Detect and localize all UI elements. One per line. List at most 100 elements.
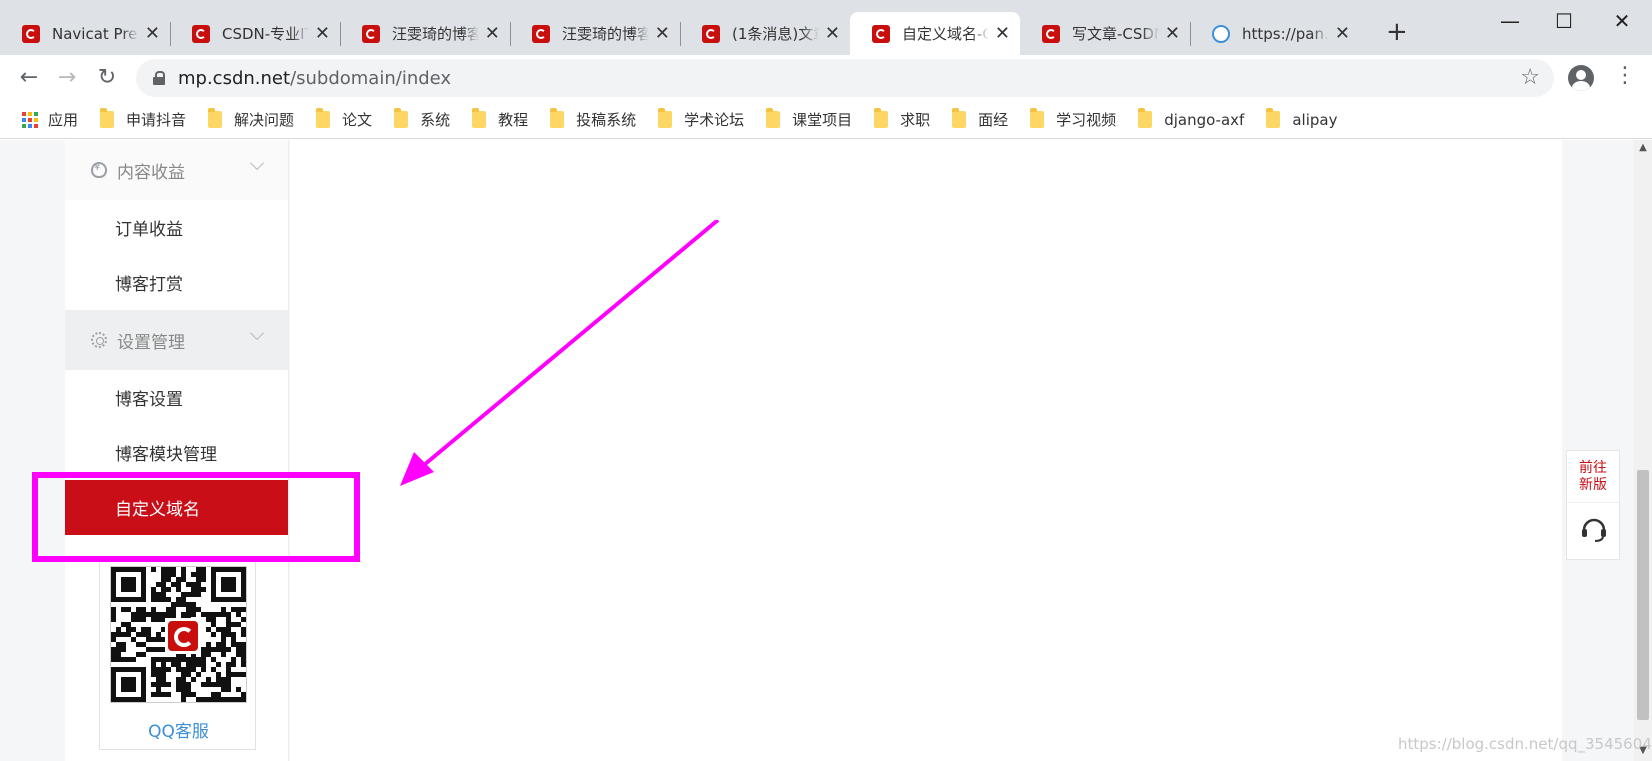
qq-support-link[interactable]: QQ客服 [100, 717, 257, 742]
new-version-button[interactable]: 前往新版 [1567, 451, 1619, 503]
bookmark-folder[interactable]: 面经 [952, 108, 1008, 130]
folder-icon [394, 108, 409, 128]
gear-icon [91, 332, 107, 348]
tab-navicat[interactable]: Navicat Premium ✕ [0, 12, 170, 55]
bookmark-folder[interactable]: 求职 [874, 108, 930, 130]
tab-title: 汪雯琦的博客 [392, 25, 479, 43]
bookmark-folder[interactable]: 解决问题 [208, 108, 294, 130]
folder-icon [952, 108, 967, 128]
close-icon[interactable]: ✕ [1335, 24, 1350, 42]
csdn-icon [192, 24, 210, 43]
page-scrollbar[interactable]: ▲ ▼ [1634, 140, 1652, 761]
folder-icon [874, 108, 889, 128]
bookmark-folder[interactable]: 投稿系统 [550, 108, 636, 130]
close-icon[interactable]: ✕ [1165, 24, 1180, 42]
menu-dots-icon[interactable]: ⋮ [1614, 63, 1636, 88]
csdn-icon [532, 24, 550, 43]
bookmark-folder[interactable]: 论文 [316, 108, 372, 130]
reload-button[interactable]: ↻ [92, 63, 122, 93]
url-text: mp.csdn.net/subdomain/index [178, 67, 452, 89]
sidebar-group-content-income[interactable]: 内容收益 [65, 140, 288, 200]
tab-baidu-pan[interactable]: https://pan.baidu.com ✕ [1190, 12, 1360, 55]
folder-icon [766, 108, 781, 128]
tab-title: Navicat Premium [52, 24, 139, 43]
bookmark-folder[interactable]: 教程 [472, 108, 528, 130]
baidu-pan-icon [1212, 24, 1230, 43]
csdn-icon [872, 24, 890, 43]
close-icon[interactable]: ✕ [825, 24, 840, 42]
support-button[interactable] [1567, 503, 1619, 559]
folder-icon [100, 108, 115, 128]
tab-custom-domain[interactable]: 自定义域名-CSDN ✕ [850, 12, 1020, 55]
tab-write-article[interactable]: 写文章-CSDN博客 ✕ [1020, 12, 1190, 55]
bookmark-folder[interactable]: django-axf [1138, 108, 1244, 129]
tab-title: (1条消息)文章管理 [732, 25, 819, 43]
folder-icon [208, 108, 223, 128]
scroll-thumb[interactable] [1637, 470, 1649, 720]
csdn-icon [362, 24, 380, 43]
chevron-down-icon [249, 155, 265, 171]
folder-icon [550, 108, 565, 128]
close-icon[interactable]: ✕ [655, 24, 670, 42]
tab-blog-1[interactable]: 汪雯琦的博客 ✕ [340, 12, 510, 55]
csdn-icon [22, 24, 40, 43]
bookmark-folder[interactable]: alipay [1266, 108, 1337, 129]
apps-grid-icon [22, 111, 38, 128]
sidebar-item-order-income[interactable]: 订单收益 [65, 200, 288, 255]
minimize-button[interactable]: — [1492, 8, 1528, 34]
bookmark-apps[interactable]: 应用 [22, 109, 78, 130]
folder-icon [472, 108, 487, 128]
qq-support-card[interactable]: QQ客服 [99, 558, 256, 750]
tab-article-manage[interactable]: (1条消息)文章管理 ✕ [680, 12, 850, 55]
bookmarks-bar: 应用 申请抖音 解决问题 论文 系统 教程 投稿系统 学术论坛 课堂项目 求职 … [0, 101, 1652, 139]
lock-icon [152, 71, 166, 85]
tab-title: CSDN-专业IT技术社区 [222, 25, 309, 43]
close-icon[interactable]: ✕ [995, 24, 1010, 42]
new-tab-button[interactable]: + [1386, 19, 1408, 45]
folder-icon [658, 108, 673, 128]
bookmark-folder[interactable]: 系统 [394, 108, 450, 130]
folder-icon [1138, 108, 1153, 128]
csdn-icon [702, 24, 720, 43]
bookmark-folder[interactable]: 学习视频 [1030, 108, 1116, 130]
sidebar-item-blog-reward[interactable]: 博客打赏 [65, 255, 288, 310]
bookmark-folder[interactable]: 课堂项目 [766, 108, 852, 130]
browser-toolbar: ← → ↻ mp.csdn.net/subdomain/index ☆ ⋮ [0, 55, 1652, 101]
page-content: 内容收益 订单收益 博客打赏 设置管理 博客设置 博客模块管理 自定义域名 QQ… [0, 140, 1652, 761]
headset-icon [1582, 518, 1606, 542]
chevron-down-icon [249, 325, 265, 341]
close-icon[interactable]: ✕ [485, 24, 500, 42]
folder-icon [316, 108, 331, 128]
maximize-button[interactable]: ☐ [1546, 8, 1582, 34]
bookmark-folder[interactable]: 学术论坛 [658, 108, 744, 130]
tab-csdn[interactable]: CSDN-专业IT技术社区 ✕ [170, 12, 340, 55]
bookmark-star-icon[interactable]: ☆ [1520, 65, 1540, 90]
watermark: https://blog.csdn.net/qq_35456045 [1398, 735, 1652, 753]
tab-title: 汪雯琦的博客 [562, 25, 649, 43]
tab-title: 写文章-CSDN博客 [1072, 25, 1159, 43]
annotation-arrow [400, 220, 720, 486]
bookmark-folder[interactable]: 申请抖音 [100, 108, 186, 130]
annotation-highlight-box [32, 472, 360, 562]
tab-strip: Navicat Premium ✕ CSDN-专业IT技术社区 ✕ 汪雯琦的博客… [0, 0, 1652, 55]
money-bag-icon [91, 162, 107, 178]
scroll-up-arrow[interactable]: ▲ [1634, 142, 1652, 156]
back-button[interactable]: ← [14, 63, 44, 93]
csdn-icon [1042, 24, 1060, 43]
window-close-button[interactable]: ✕ [1604, 8, 1640, 34]
address-bar[interactable]: mp.csdn.net/subdomain/index ☆ [136, 59, 1554, 97]
close-icon[interactable]: ✕ [145, 24, 160, 42]
forward-button[interactable]: → [52, 63, 82, 93]
tab-title: 自定义域名-CSDN [902, 25, 989, 43]
qr-code [110, 566, 247, 703]
folder-icon [1030, 108, 1045, 128]
close-icon[interactable]: ✕ [315, 24, 330, 42]
tab-title: https://pan.baidu.com [1242, 24, 1329, 43]
floating-panel: 前往新版 [1566, 450, 1620, 560]
csdn-logo-icon [165, 618, 201, 654]
folder-icon [1266, 108, 1281, 128]
sidebar-group-settings[interactable]: 设置管理 [65, 310, 288, 370]
profile-avatar-icon[interactable] [1568, 65, 1594, 91]
sidebar-item-blog-settings[interactable]: 博客设置 [65, 370, 288, 425]
tab-blog-2[interactable]: 汪雯琦的博客 ✕ [510, 12, 680, 55]
